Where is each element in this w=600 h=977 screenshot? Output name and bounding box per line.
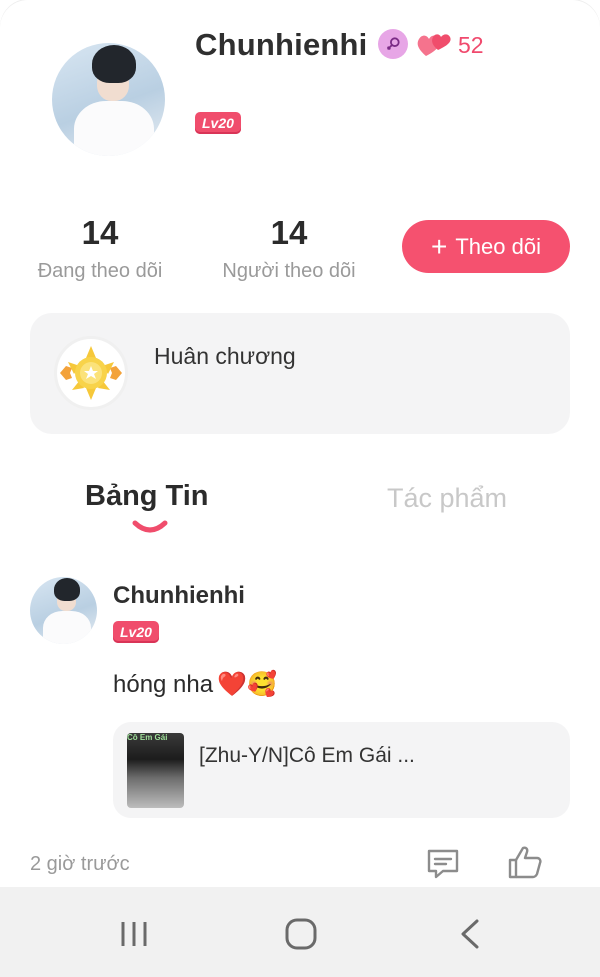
song-thumbnail-tag: Cô Em Gái xyxy=(127,733,168,742)
medal-label: Huân chương xyxy=(154,343,296,369)
post-author-avatar[interactable] xyxy=(30,577,97,644)
profile-avatar[interactable] xyxy=(52,43,165,156)
level-badge-label: Lv20 xyxy=(195,112,241,134)
song-thumbnail: Cô Em Gái xyxy=(127,733,184,808)
plus-icon: + xyxy=(431,230,448,262)
comment-icon[interactable] xyxy=(425,846,461,882)
profile-username: Chunhienhi xyxy=(195,27,368,62)
followers-stat[interactable]: 14 Người theo dõi xyxy=(214,214,364,283)
post-level-badge-label: Lv20 xyxy=(113,621,159,643)
post-avatar-body-shape xyxy=(43,611,91,644)
back-icon[interactable] xyxy=(458,917,482,951)
hearts-icon xyxy=(417,34,451,56)
post-avatar-hair-shape xyxy=(54,578,80,601)
level-badge: Lv20 xyxy=(195,112,241,134)
tab-feed[interactable]: Bảng Tin xyxy=(85,480,209,513)
post-text: hóng nha ❤️🥰 xyxy=(113,670,277,699)
likes-count: 52 xyxy=(458,32,484,58)
follow-button-label: Theo dõi xyxy=(455,233,541,259)
avatar-hair-shape xyxy=(92,45,136,83)
female-icon xyxy=(378,29,408,59)
post-author-name[interactable]: Chunhienhi xyxy=(113,582,245,610)
avatar-body-shape xyxy=(74,101,154,156)
song-card[interactable]: Cô Em Gái [Zhu-Y/N]Cô Em Gái ... xyxy=(113,722,570,818)
post-timestamp: 2 giờ trước xyxy=(30,853,130,875)
medal-card[interactable]: Huân chương xyxy=(30,313,570,434)
system-navigation-bar xyxy=(0,887,600,977)
tab-active-indicator xyxy=(132,520,168,533)
home-icon[interactable] xyxy=(284,917,318,951)
following-label: Đang theo dõi xyxy=(37,260,163,282)
profile-sheet-top xyxy=(0,0,600,30)
post-level-badge: Lv20 xyxy=(113,621,159,643)
followers-label: Người theo dõi xyxy=(222,260,356,282)
song-title: [Zhu-Y/N]Cô Em Gái ... xyxy=(199,744,415,767)
sun-medal-icon xyxy=(54,336,128,410)
following-stat[interactable]: 14 Đang theo dõi xyxy=(30,214,170,283)
post-emojis: ❤️🥰 xyxy=(217,671,277,698)
follow-button[interactable]: + Theo dõi xyxy=(402,220,570,273)
post-text-body: hóng nha xyxy=(113,670,214,698)
tab-works[interactable]: Tác phẩm xyxy=(387,483,507,514)
thumbs-up-icon[interactable] xyxy=(506,843,544,881)
following-count: 14 xyxy=(81,214,119,251)
recent-apps-icon[interactable] xyxy=(118,920,150,948)
followers-count: 14 xyxy=(270,214,308,251)
